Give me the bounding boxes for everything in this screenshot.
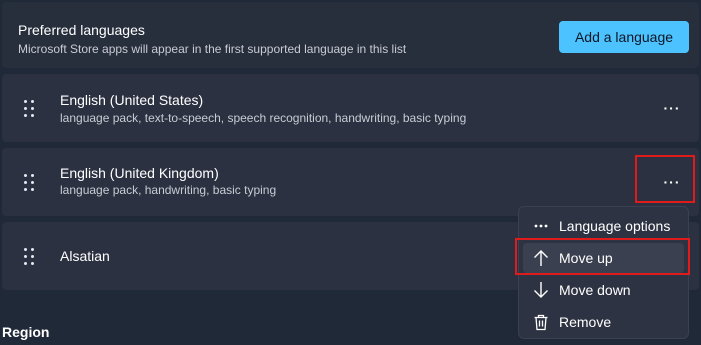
arrow-down-icon xyxy=(523,281,559,299)
drag-handle-icon[interactable] xyxy=(22,99,36,117)
menu-item-language-options[interactable]: Language options xyxy=(523,211,684,241)
menu-item-move-down[interactable]: Move down xyxy=(523,275,684,305)
language-row[interactable]: English (United States) language pack, t… xyxy=(2,74,699,142)
more-icon xyxy=(523,224,559,228)
highlight-box-move-up xyxy=(515,238,690,275)
language-features: language pack, handwriting, basic typing xyxy=(60,183,277,197)
menu-item-remove[interactable]: Remove xyxy=(523,307,684,337)
language-name: English (United States) xyxy=(60,92,204,108)
menu-item-label: Language options xyxy=(559,218,671,234)
menu-item-label: Move down xyxy=(559,282,631,298)
language-name: English (United Kingdom) xyxy=(60,165,219,181)
highlight-box-more-button xyxy=(635,155,695,203)
menu-item-label: Remove xyxy=(559,314,612,330)
add-language-button[interactable]: Add a language xyxy=(559,21,689,53)
language-name: Alsatian xyxy=(60,248,110,264)
page-subtitle: Microsoft Store apps will appear in the … xyxy=(18,42,407,56)
drag-handle-icon[interactable] xyxy=(22,247,36,265)
language-features: language pack, text-to-speech, speech re… xyxy=(60,111,467,125)
more-options-button[interactable]: ··· xyxy=(659,95,685,121)
page-title: Preferred languages xyxy=(18,22,145,38)
trash-icon xyxy=(523,314,559,331)
drag-handle-icon[interactable] xyxy=(22,173,36,191)
section-heading-region: Region xyxy=(2,324,50,340)
preferred-languages-header: Preferred languages Microsoft Store apps… xyxy=(2,2,699,68)
